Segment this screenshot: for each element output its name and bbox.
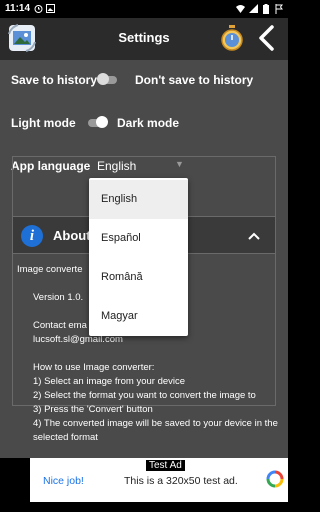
app-bar: Settings [0, 18, 288, 60]
language-option-spanish[interactable]: Español [89, 219, 188, 258]
history-off-label: Save to history [11, 73, 98, 87]
about-line-step4: 4) The converted image will be saved to … [33, 418, 278, 443]
language-option-hungarian[interactable]: Magyar [89, 297, 188, 336]
language-dropdown: English Español Română Magyar [89, 178, 188, 336]
bottom-strip [0, 502, 288, 512]
status-bar: 11:14 [0, 0, 288, 18]
language-option-romanian[interactable]: Română [89, 258, 188, 297]
history-on-label: Don't save to history [135, 73, 254, 87]
about-line-step3: 3) Press the 'Convert' button [33, 404, 153, 415]
dark-mode-label: Dark mode [117, 116, 180, 130]
history-toggle[interactable] [97, 73, 119, 85]
gallery-icon [46, 4, 55, 13]
ad-margin [0, 458, 30, 502]
info-icon: i [21, 225, 43, 247]
page-title: Settings [118, 30, 170, 45]
light-mode-label: Light mode [11, 116, 76, 130]
theme-toggle[interactable] [86, 116, 108, 128]
about-title: About [53, 228, 91, 243]
about-line-step2: 2) Select the format you want to convert… [33, 390, 256, 401]
signal-icon [249, 4, 258, 13]
about-line-howto: How to use Image converter: [33, 362, 155, 373]
alarm-icon [34, 5, 43, 13]
about-line-step1: 1) Select an image from your device [33, 376, 186, 387]
wifi-icon [236, 5, 245, 13]
back-icon[interactable] [254, 24, 280, 52]
flag-icon [275, 4, 283, 14]
ad-cta[interactable]: Nice job! [43, 475, 84, 487]
battery-icon [263, 4, 269, 14]
ad-label: Test Ad [146, 460, 185, 471]
ad-text: This is a 320x50 test ad. [124, 475, 238, 487]
language-option-english[interactable]: English [89, 180, 188, 219]
status-time: 11:14 [5, 3, 31, 14]
chevron-up-icon[interactable] [247, 229, 261, 243]
timer-icon[interactable] [220, 25, 244, 51]
ad-logo-icon [266, 470, 284, 488]
ad-banner[interactable]: Test Ad Nice job! This is a 320x50 test … [30, 458, 288, 502]
